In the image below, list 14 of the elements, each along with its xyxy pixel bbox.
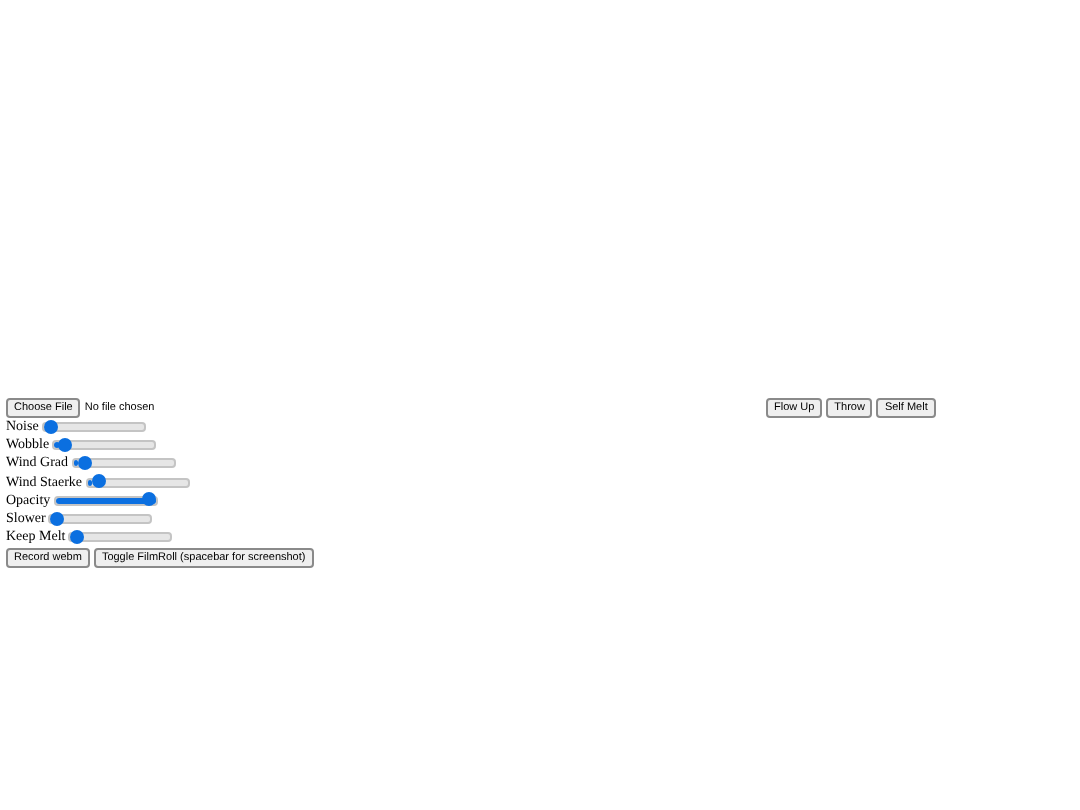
slider-thumb[interactable] <box>91 474 106 489</box>
slider-track[interactable] <box>53 495 158 506</box>
slider-thumb[interactable] <box>70 529 85 544</box>
slider-thumb[interactable] <box>141 492 156 507</box>
slider-track[interactable] <box>85 477 190 488</box>
slider-track[interactable] <box>71 458 176 469</box>
slider-track[interactable] <box>41 422 146 433</box>
slider-thumb[interactable] <box>58 437 73 452</box>
slider-thumb[interactable] <box>43 419 58 434</box>
slider-track[interactable] <box>48 514 153 525</box>
slider-thumb[interactable] <box>77 455 92 470</box>
slider-track[interactable] <box>52 440 157 451</box>
slider-thumb[interactable] <box>50 511 65 526</box>
slider-track[interactable] <box>68 532 173 543</box>
